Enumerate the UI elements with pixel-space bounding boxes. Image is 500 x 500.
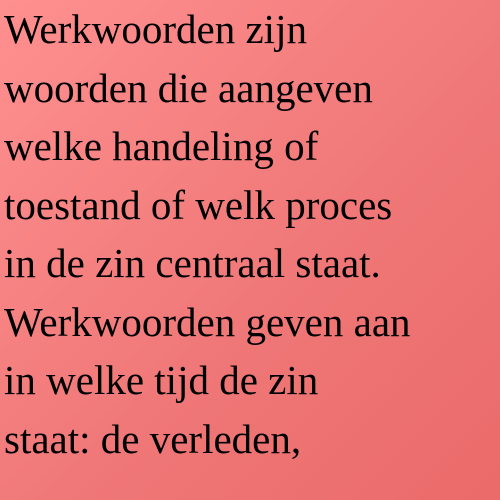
text-line-6: Werkwoorden geven aan xyxy=(4,298,411,345)
body-paragraph: Werkwoorden zijn woorden die aangeven we… xyxy=(4,0,411,468)
text-line-5: in de zin centraal staat. xyxy=(4,240,381,286)
text-line-4: toestand of welk proces xyxy=(4,181,393,228)
text-line-8: staat: de verleden, xyxy=(4,415,302,462)
text-line-3: welke handeling of xyxy=(4,123,319,169)
text-line-1: Werkwoorden zijn xyxy=(4,6,307,52)
document-page: Werkwoorden zijn woorden die aangeven we… xyxy=(0,0,500,500)
text-line-7: in welke tijd de zin xyxy=(4,357,319,403)
text-line-2: woorden die aangeven xyxy=(4,64,373,111)
